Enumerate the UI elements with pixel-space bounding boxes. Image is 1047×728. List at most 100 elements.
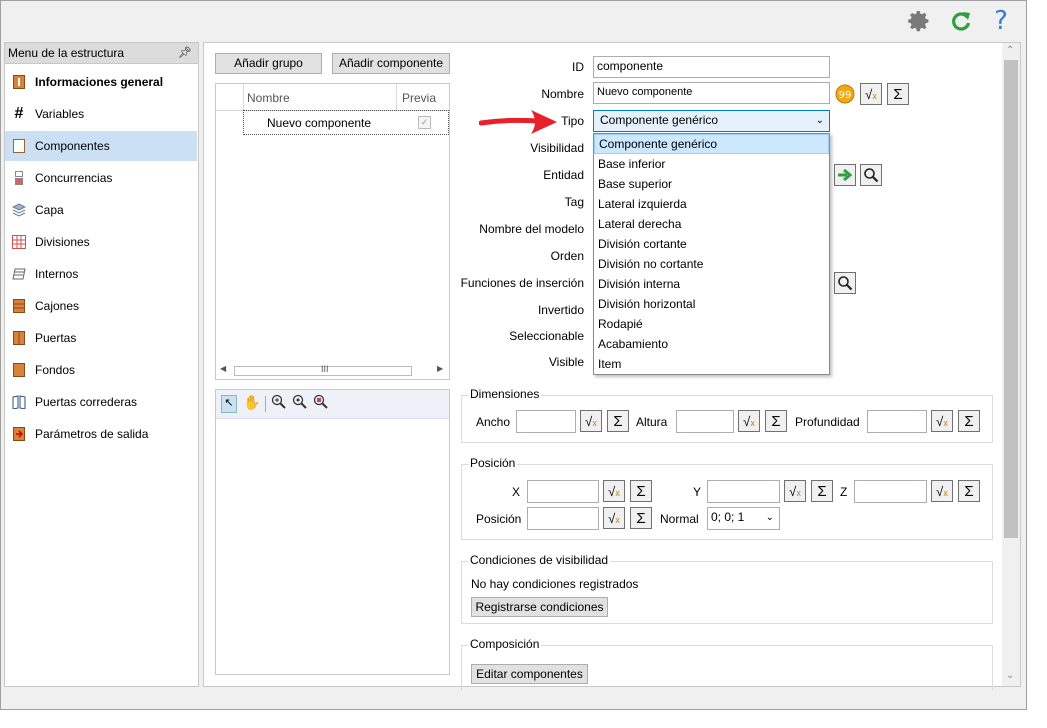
scroll-down-icon[interactable]: ⌄ (1006, 670, 1014, 681)
shelves-icon (12, 267, 26, 281)
translate-icon[interactable]: 99 (834, 83, 856, 105)
tipo-select[interactable]: Componente genérico ⌄ (593, 110, 830, 132)
sidebar-item-puertas[interactable]: Puertas (5, 323, 197, 353)
visibilidad-group: Condiciones de visibilidad No hay condic… (461, 553, 993, 624)
posicion-field[interactable] (527, 507, 599, 530)
profundidad-field[interactable] (867, 410, 927, 433)
drawer-icon (12, 299, 26, 313)
preview-toolbar: ↖ ✋ (216, 390, 449, 419)
id-field[interactable]: componente (593, 56, 830, 78)
posicion-sum-button[interactable]: Σ (630, 507, 652, 529)
posicion-title: Posición (468, 456, 518, 470)
scroll-up-icon[interactable]: ⌃ (1006, 45, 1014, 56)
grid-hscrollbar[interactable]: ◀ III ▶ (218, 364, 447, 378)
select-tool-icon[interactable]: ↖ (221, 395, 237, 413)
zoom-in-icon[interactable] (271, 394, 287, 413)
sidebar-item-capa[interactable]: Capa (5, 195, 197, 225)
back-panel-icon (12, 363, 26, 377)
z-sum-button[interactable]: Σ (958, 480, 980, 502)
altura-field[interactable] (676, 410, 734, 433)
tipo-selected-value: Componente genérico (600, 113, 719, 127)
sum-button[interactable]: Σ (887, 83, 909, 105)
scroll-thumb[interactable] (1004, 60, 1018, 538)
dropdown-option[interactable]: Lateral derecha (594, 214, 829, 234)
visibilidad-label: Visibilidad (530, 141, 584, 155)
y-formula-button[interactable]: √x (784, 480, 806, 502)
dropdown-option[interactable]: Item (594, 354, 829, 374)
gear-icon[interactable] (905, 7, 933, 35)
posicion-formula-button[interactable]: √x (603, 507, 625, 529)
zoom-fit-icon[interactable] (313, 394, 329, 413)
pan-hand-icon[interactable]: ✋ (243, 394, 260, 411)
go-arrow-button[interactable] (834, 164, 856, 186)
profundidad-formula-button[interactable]: √x (931, 410, 953, 432)
dropdown-option[interactable]: División interna (594, 274, 829, 294)
dropdown-option[interactable]: Rodapié (594, 314, 829, 334)
door-icon (12, 331, 26, 345)
scroll-thumb[interactable]: III (234, 364, 412, 376)
column-header-name[interactable]: Nombre (247, 91, 290, 105)
table-row[interactable]: Nuevo componente ✓ (243, 110, 449, 135)
dimensiones-group: Dimensiones Ancho √x Σ Altura √x Σ Profu… (461, 387, 993, 443)
z-field[interactable] (854, 480, 927, 503)
sidebar-item-label: Parámetros de salida (35, 427, 149, 441)
z-formula-button[interactable]: √x (931, 480, 953, 502)
sidebar-item-divisiones[interactable]: Divisiones (5, 227, 197, 257)
sidebar-item-cajones[interactable]: Cajones (5, 291, 197, 321)
funciones-search-button[interactable] (834, 272, 856, 294)
tag-label: Tag (564, 195, 584, 209)
register-conditions-button[interactable]: Registrarse condiciones (471, 597, 608, 617)
dropdown-option[interactable]: División horizontal (594, 294, 829, 314)
add-component-button[interactable]: Añadir componente (332, 53, 450, 74)
refresh-icon[interactable] (947, 7, 975, 35)
dropdown-option[interactable]: Lateral izquierda (594, 194, 829, 214)
preview-area[interactable]: ↖ ✋ (215, 389, 450, 675)
profundidad-sum-button[interactable]: Σ (958, 410, 980, 432)
dropdown-option[interactable]: Acabamiento (594, 334, 829, 354)
search-button[interactable] (860, 164, 882, 186)
add-group-button[interactable]: Añadir grupo (215, 53, 322, 74)
visible-label: Visible (548, 355, 584, 369)
name-field[interactable]: Nuevo componente (593, 82, 830, 104)
sidebar-item-fondos[interactable]: Fondos (5, 355, 197, 385)
dropdown-option[interactable]: División no cortante (594, 254, 829, 274)
sidebar-item-informaciones[interactable]: Informaciones general (5, 67, 197, 97)
sidebar-item-label: Informaciones general (35, 75, 164, 89)
tipo-dropdown-list[interactable]: Componente genérico Base inferior Base s… (593, 133, 830, 375)
sidebar-item-label: Capa (35, 203, 64, 217)
sidebar-item-label: Componentes (35, 139, 110, 153)
y-sum-button[interactable]: Σ (811, 480, 833, 502)
altura-formula-button[interactable]: √x (738, 410, 760, 432)
sidebar-item-label: Concurrencias (35, 171, 113, 185)
sliding-door-icon (12, 395, 26, 409)
sidebar-item-internos[interactable]: Internos (5, 259, 197, 289)
dropdown-option[interactable]: División cortante (594, 234, 829, 254)
help-icon[interactable]: ? (987, 6, 1015, 36)
dropdown-option[interactable]: Base superior (594, 174, 829, 194)
formula-button[interactable]: √x (860, 83, 882, 105)
y-field[interactable] (707, 480, 780, 503)
altura-sum-button[interactable]: Σ (765, 410, 787, 432)
component-grid: Nombre Previa Nuevo componente ✓ ◀ III ▶ (215, 83, 450, 380)
dropdown-option[interactable]: Base inferior (594, 154, 829, 174)
sidebar-item-concurrencias[interactable]: Concurrencias (5, 163, 197, 193)
preview-checkbox[interactable]: ✓ (418, 116, 431, 129)
ancho-field[interactable] (516, 410, 576, 433)
zoom-icon[interactable] (292, 394, 308, 413)
x-field[interactable] (527, 480, 599, 503)
pin-icon[interactable]: 📌︎ (178, 43, 192, 63)
normal-select[interactable]: 0; 0; 1 ⌄ (707, 507, 780, 530)
sidebar-item-componentes[interactable]: Componentes (5, 131, 197, 161)
main-vscrollbar[interactable]: ⌃ ⌄ (1002, 43, 1020, 686)
x-sum-button[interactable]: Σ (630, 480, 652, 502)
sidebar-item-variables[interactable]: # Variables (5, 99, 197, 129)
column-header-preview[interactable]: Previa (402, 91, 436, 105)
ancho-formula-button[interactable]: √x (580, 410, 602, 432)
dropdown-option[interactable]: Componente genérico (594, 134, 829, 154)
ancho-sum-button[interactable]: Σ (607, 410, 629, 432)
edit-components-button[interactable]: Editar componentes (471, 664, 588, 684)
sidebar-item-puertas-correderas[interactable]: Puertas correderas (5, 387, 197, 417)
sidebar-item-parametros-salida[interactable]: Parámetros de salida (5, 419, 197, 449)
x-formula-button[interactable]: √x (603, 480, 625, 502)
normal-label: Normal (660, 512, 699, 526)
